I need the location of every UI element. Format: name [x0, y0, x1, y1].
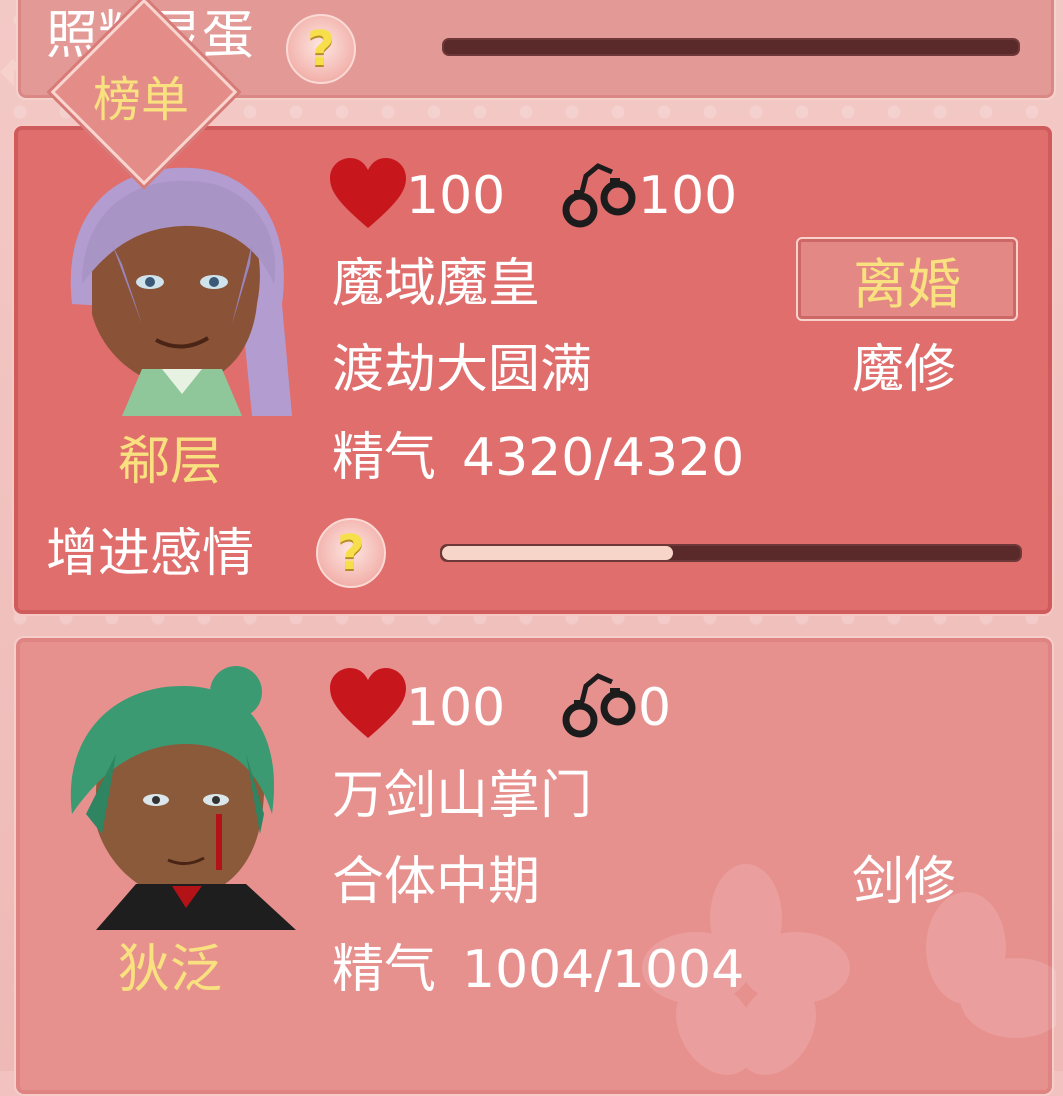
- character-realm-1: 渡劫大圆满: [332, 340, 593, 400]
- leaderboard-label: 榜单: [92, 72, 189, 128]
- heart-icon: [330, 668, 406, 738]
- affection-value-1: 100: [406, 166, 506, 226]
- character-portrait-1: [52, 154, 302, 416]
- increase-affection-label: 增进感情: [46, 524, 255, 584]
- character-realm-2: 合体中期: [332, 852, 541, 912]
- question-mark-icon: ?: [307, 21, 335, 77]
- left-arrow-icon[interactable]: [0, 58, 14, 86]
- leaderboard-badge[interactable]: 榜单: [48, 0, 238, 186]
- character-title-1: 魔域魔皇: [332, 254, 541, 314]
- bond-value-1: 100: [638, 166, 738, 226]
- question-mark-icon: ?: [337, 525, 365, 581]
- character-path-1: 魔修: [852, 340, 957, 400]
- character-name-1: 郗层: [118, 432, 223, 492]
- bond-value-2: 0: [638, 678, 672, 738]
- egg-care-progress-bar: [442, 38, 1020, 56]
- essence-value-1: 4320/4320: [462, 428, 745, 488]
- divorce-button[interactable]: 离婚: [796, 237, 1018, 321]
- flower-decoration: [642, 864, 1056, 1075]
- handcuffs-icon: [562, 163, 636, 228]
- character-portrait-2: [56, 664, 306, 930]
- handcuffs-icon: [562, 673, 636, 738]
- heart-icon: [330, 158, 406, 228]
- egg-care-help-button[interactable]: ?: [286, 14, 356, 84]
- affection-progress-bar: [440, 544, 1022, 562]
- essence-label-2: 精气: [332, 940, 437, 1000]
- character-card-2[interactable]: 狄泛 100 0 万剑山掌门 合体中期 剑修 精气 1004/1004: [14, 636, 1056, 1096]
- character-name-2: 狄泛: [118, 940, 223, 1000]
- character-card-1[interactable]: 郗层 100 100 魔域魔皇 离婚 渡劫大圆满 魔修 精气 4320/4320…: [12, 124, 1054, 616]
- affection-value-2: 100: [406, 678, 506, 738]
- increase-affection-help-button[interactable]: ?: [316, 518, 386, 588]
- essence-label-1: 精气: [332, 428, 437, 488]
- affection-progress-fill: [442, 546, 674, 560]
- character-title-2: 万剑山掌门: [332, 766, 593, 826]
